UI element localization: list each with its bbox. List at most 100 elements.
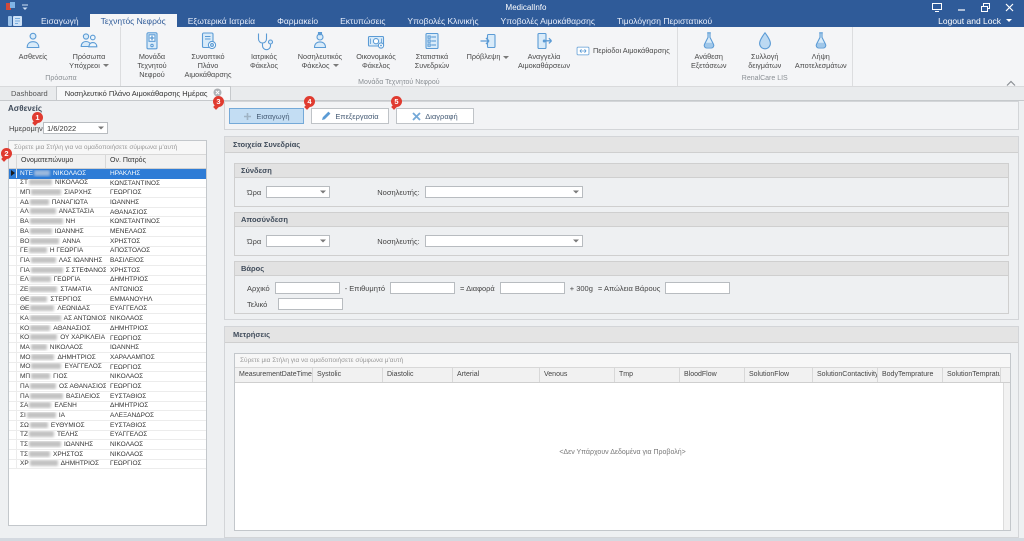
ribbon-tab-dialysis-submissions[interactable]: Υποβολές Αιμοκάθαρσης — [490, 14, 606, 27]
column-header-solutionflow[interactable]: SolutionFlow — [745, 368, 813, 382]
table-row[interactable]: ΣΤΝΙΚΟΛΑΟΣΚΩΝΣΤΑΝΤΙΝΟΣ — [9, 179, 206, 189]
table-row[interactable]: ΒΑΝΗΚΩΝΣΤΑΝΤΙΝΟΣ — [9, 217, 206, 227]
table-row[interactable]: ΚΟΟΥ ΧΑΡΙΚΛΕΙΑΓΕΩΡΓΙΟΣ — [9, 334, 206, 344]
column-header-solutiontemprature[interactable]: SolutionTemprature — [943, 368, 1001, 382]
table-row[interactable]: ΤΖΤΕΛΗΣΕΥΑΓΓΕΛΟΣ — [9, 431, 206, 441]
table-row[interactable]: ΓΙΑΛΑΣ ΙΩΑΝΝΗΣΒΑΣΙΛΕΙΟΣ — [9, 256, 206, 266]
ribbon-tab-incident-billing[interactable]: Τιμολόγηση Περιστατικού — [606, 14, 723, 27]
ribbon-tab-clinic-submissions[interactable]: Υποβολές Κλινικής — [396, 14, 489, 27]
table-row[interactable]: ΒΟΑΝΝΑΧΡΗΣΤΟΣ — [9, 237, 206, 247]
edit-button[interactable]: Επεξεργασία — [311, 108, 389, 124]
insert-button[interactable]: Εισαγωγή — [229, 108, 304, 124]
ribbon-button-label: Λήψη Αποτελεσμάτων — [793, 53, 849, 71]
table-row[interactable]: ΘΕΛΕΩΝΙΔΑΣΕΥΑΓΓΕΛΟΣ — [9, 305, 206, 315]
weight-final-input[interactable] — [278, 298, 343, 310]
table-row[interactable]: ΚΑΑΣ ΑΝΤΩΝΙΟΣΝΙΚΟΛΑΟΣ — [9, 314, 206, 324]
connect-time-combo[interactable] — [266, 186, 330, 198]
table-row[interactable]: ΜΟΔΗΜΗΤΡΙΟΣΧΑΡΑΛΑΜΠΟΣ — [9, 353, 206, 363]
application-menu-icon[interactable] — [0, 14, 30, 27]
column-header-solutioncontactivity[interactable]: SolutionContactivity — [813, 368, 878, 382]
weight-loss-input[interactable] — [665, 282, 730, 294]
date-picker[interactable]: 1/6/2022 — [43, 122, 108, 134]
disconnect-nurse-combo[interactable] — [425, 235, 583, 247]
ribbon-button-kidney-unit[interactable]: Μονάδα Τεχνητού Νεφρού — [124, 27, 180, 79]
table-row[interactable]: ΧΡΔΗΜΗΤΡΙΟΣΓΕΩΡΓΙΟΣ — [9, 460, 206, 470]
column-header-bodytemprature[interactable]: BodyTemprature — [878, 368, 943, 382]
ribbon-button-liable-persons[interactable]: Πρόσωπα Υπόχρεοι — [61, 27, 117, 71]
ribbon-button-dialysis-summary-plan[interactable]: Συνοπτικό Πλάνο Αιμοκάθαρσης — [180, 27, 236, 79]
document-tab-nursing-day-plan[interactable]: Νοσηλευτικό Πλάνο Αιμοκάθαρσης Ημέρας — [56, 86, 231, 100]
table-row[interactable]: ΣΙΙΑΑΛΕΞΑΝΔΡΟΣ — [9, 411, 206, 421]
redacted-text — [31, 354, 54, 360]
table-row[interactable]: ΣΩΕΥΘΥΜΙΟΣΕΥΣΤΑΘΙΟΣ — [9, 421, 206, 431]
father-name-cell: ΕΜΜΑΝΟΥΗΛ — [106, 296, 206, 303]
weight-desired-input[interactable] — [390, 282, 455, 294]
ribbon-button-nursing-file[interactable]: Νοσηλευτικός Φάκελος — [292, 27, 348, 71]
table-row[interactable]: ΠΑΟΣ ΑΘΑΝΑΣΙΟΣΓΕΩΡΓΙΟΣ — [9, 382, 206, 392]
column-header-bloodflow[interactable]: BloodFlow — [680, 368, 745, 382]
weight-diff-input[interactable] — [500, 282, 565, 294]
father-name-cell: ΔΗΜΗΤΡΙΟΣ — [106, 325, 206, 332]
column-header-measurementdatetime[interactable]: MeasurementDateTime — [235, 368, 313, 382]
table-row[interactable]: ΕΛΓΕΩΡΓΙΑΔΗΜΗΤΡΙΟΣ — [9, 276, 206, 286]
ribbon-button-collect-samples[interactable]: Συλλογή δειγμάτων — [737, 27, 793, 71]
column-header-fullname[interactable]: Ονοματεπώνυμο — [17, 155, 106, 168]
table-row[interactable]: ΜΠΓΙΟΣΝΙΚΟΛΑΟΣ — [9, 372, 206, 382]
connect-time-label: Ώρα — [247, 188, 261, 197]
ribbon-button-patients[interactable]: Ασθενείς — [5, 27, 61, 62]
minimize-icon[interactable] — [956, 2, 966, 12]
table-row[interactable]: ΒΑΙΩΑΝΝΗΣΜΕΝΕΛΑΟΣ — [9, 227, 206, 237]
ribbon-button-financial-file[interactable]: Οικονομικός Φάκελος — [348, 27, 404, 71]
table-row[interactable]: ΜΑΝΙΚΟΛΑΟΣΙΩΑΝΝΗΣ — [9, 343, 206, 353]
close-icon[interactable] — [1004, 2, 1014, 12]
ribbon-tab-artificial-kidney[interactable]: Τεχνητός Νεφρός — [90, 14, 177, 27]
table-row[interactable]: ΚΟΑΘΑΝΑΣΙΟΣΔΗΜΗΤΡΙΟΣ — [9, 324, 206, 334]
group-by-hint[interactable]: Σύρετε μια Στήλη για να ομαδοποιήσετε σύ… — [9, 141, 206, 155]
table-row[interactable]: ΤΣΙΩΑΝΝΗΣΝΙΚΟΛΑΟΣ — [9, 440, 206, 450]
patient-name-cell: ΒΑΝΗ — [17, 218, 106, 225]
table-row[interactable]: ΓΕΗ ΓΕΩΡΓΙΑΑΠΟΣΤΟΛΟΣ — [9, 247, 206, 257]
table-row[interactable]: ΓΙΑΣ ΣΤΕΦΑΝΟΣΧΡΗΣΤΟΣ — [9, 266, 206, 276]
table-row[interactable]: ΜΟΕΥΑΓΓΕΛΟΣΓΕΩΡΓΙΟΣ — [9, 363, 206, 373]
column-header-father[interactable]: Ον. Πατρός — [106, 155, 206, 168]
column-header-systolic[interactable]: Systolic — [313, 368, 383, 382]
table-row[interactable]: ΤΣΧΡΗΣΤΟΣΝΙΚΟΛΑΟΣ — [9, 450, 206, 460]
redacted-text — [29, 431, 54, 437]
ribbon-button-medical-file[interactable]: Ιατρικός Φάκελος — [236, 27, 292, 71]
table-row[interactable]: ΘΕΣΤΕΡΓΙΟΣΕΜΜΑΝΟΥΗΛ — [9, 295, 206, 305]
delete-button[interactable]: Διαγραφή — [396, 108, 474, 124]
x-icon — [412, 112, 421, 121]
document-tab-dashboard[interactable]: Dashboard — [3, 86, 56, 100]
table-row[interactable]: ΣΑΕΛΕΝΗΔΗΜΗΤΡΙΟΣ — [9, 402, 206, 412]
table-row[interactable]: ΜΠΣΙΑΡΧΗΣΓΕΩΡΓΙΟΣ — [9, 188, 206, 198]
ribbon-tab-intro[interactable]: Εισαγωγή — [30, 14, 90, 27]
connect-nurse-combo[interactable] — [425, 186, 583, 198]
table-row[interactable]: ΠΑΒΑΣΙΛΕΙΟΣΕΥΣΤΑΘΙΟΣ — [9, 392, 206, 402]
table-row[interactable]: ΝΤΕΝΙΚΟΛΑΟΣΗΡΑΚΛΗΣ — [9, 169, 206, 179]
vertical-scrollbar[interactable] — [1003, 383, 1010, 530]
ribbon-button-dialysis-announcement[interactable]: Αναγγελία Αιμοκαθάρσεων — [516, 27, 572, 71]
logout-button[interactable]: Logout and Lock — [938, 14, 1024, 27]
restore-icon[interactable] — [980, 2, 990, 12]
group-by-hint[interactable]: Σύρετε μια Στήλη για να ομαδοποιήσετε σύ… — [235, 354, 1010, 368]
column-header-venous[interactable]: Venous — [540, 368, 615, 382]
ribbon-button-get-results[interactable]: Λήψη Αποτελεσμάτων — [793, 27, 849, 71]
column-header-arterial[interactable]: Arterial — [453, 368, 540, 382]
screen-icon[interactable] — [932, 2, 942, 12]
weight-initial-input[interactable] — [275, 282, 340, 294]
ribbon-button-session-statistics[interactable]: Στατιστικά Συνεδριών — [404, 27, 460, 71]
ribbon-button-assign-tests[interactable]: Ανάθεση Εξετάσεων — [681, 27, 737, 71]
table-row[interactable]: ΑΛΑΝΑΣΤΑΣΙΑΑΘΑΝΑΣΙΟΣ — [9, 208, 206, 218]
column-header-tmp[interactable]: Tmp — [615, 368, 680, 382]
ribbon-tab-pharmacy[interactable]: Φαρμακείο — [266, 14, 329, 27]
ribbon-tab-printouts[interactable]: Εκτυπώσεις — [329, 14, 396, 27]
ribbon-tab-outpatient-clinics[interactable]: Εξωτερικά Ιατρεία — [177, 14, 266, 27]
table-row[interactable]: ΑΔΠΑΝΑΓΙΩΤΑΙΩΑΝΝΗΣ — [9, 198, 206, 208]
column-header-diastolic[interactable]: Diastolic — [383, 368, 453, 382]
table-row[interactable]: ΖΕΣΤΑΜΑΤΙΑΑΝΤΩΝΙΟΣ — [9, 285, 206, 295]
patient-name-cell: ΓΙΑΣ ΣΤΕΦΑΝΟΣ — [17, 267, 106, 274]
disconnect-time-combo[interactable] — [266, 235, 330, 247]
ribbon-button-forecast[interactable]: Πρόβλεψη — [460, 27, 516, 62]
ribbon-button-label: Πρόσωπα Υπόχρεοι — [61, 53, 117, 71]
ribbon-button-dialysis-periods[interactable]: Περίοδοι Αιμοκάθαρσης — [572, 43, 674, 59]
